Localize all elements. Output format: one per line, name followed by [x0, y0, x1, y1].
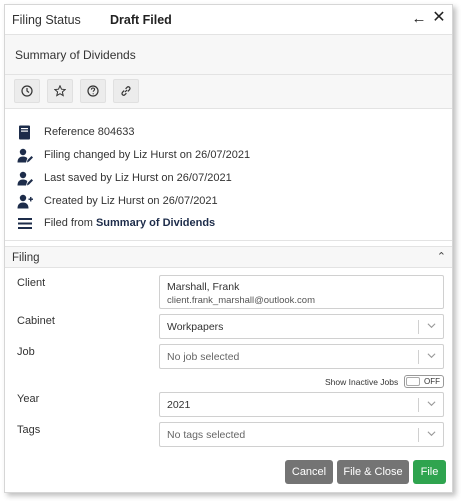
chevron-up-icon[interactable]: ⌃ [437, 250, 446, 263]
toggle-knob [406, 377, 420, 386]
toolbar [5, 75, 452, 109]
clock-icon [21, 85, 33, 97]
cabinet-select[interactable]: Workpapers [159, 314, 444, 339]
tags-select[interactable]: No tags selected [159, 422, 444, 447]
tags-label: Tags [17, 424, 41, 436]
history-button[interactable] [14, 79, 40, 103]
created-text: Created by Liz Hurst on 26/07/2021 [44, 195, 218, 207]
select-divider [418, 350, 419, 364]
back-arrow-icon[interactable]: ← [411, 10, 427, 28]
filing-changed-text: Filing changed by Liz Hurst on 26/07/202… [44, 149, 251, 161]
year-value: 2021 [167, 399, 191, 411]
chevron-down-icon[interactable] [427, 429, 436, 438]
reference-text: Reference 804633 [44, 126, 135, 138]
select-divider [418, 320, 419, 334]
help-icon [87, 85, 99, 97]
filing-section-header[interactable]: Filing ⌃ [5, 246, 452, 268]
filed-from-name: Summary of Dividends [95, 217, 216, 229]
dialog-header: Filing Status Draft Filed ← ✕ [5, 5, 452, 35]
select-divider [418, 428, 419, 442]
job-placeholder: No job selected [167, 351, 240, 363]
toggle-state: OFF [424, 377, 440, 386]
user-edit-icon [17, 147, 35, 163]
user-edit-icon [17, 170, 35, 186]
cabinet-value: Workpapers [167, 321, 224, 333]
file-button[interactable]: File [413, 460, 446, 484]
link-icon [121, 86, 131, 96]
filed-from-row: Filed from Summary of Dividends [17, 215, 215, 231]
help-button[interactable] [80, 79, 106, 103]
select-divider [418, 398, 419, 412]
chevron-down-icon[interactable] [427, 321, 436, 330]
created-row: Created by Liz Hurst on 26/07/2021 [17, 193, 218, 209]
star-icon [54, 85, 66, 97]
filing-status-label: Filing Status [12, 13, 81, 27]
client-field[interactable]: Marshall, Frank client.frank_marshall@ou… [159, 275, 444, 309]
year-label: Year [17, 393, 40, 405]
filing-changed-row: Filing changed by Liz Hurst on 26/07/202… [17, 147, 250, 163]
document-title: Summary of Dividends [15, 48, 136, 62]
book-icon [17, 124, 35, 140]
year-select[interactable]: 2021 [159, 392, 444, 417]
cancel-button[interactable]: Cancel [285, 460, 333, 484]
tags-placeholder: No tags selected [167, 429, 246, 441]
filed-from-prefix: Filed from [44, 217, 93, 229]
filing-status-value: Draft Filed [110, 13, 172, 27]
last-saved-text: Last saved by Liz Hurst on 26/07/2021 [44, 172, 232, 184]
client-name: Marshall, Frank [167, 281, 240, 293]
filing-dialog: Filing Status Draft Filed ← ✕ Summary of… [4, 4, 453, 493]
user-plus-icon [17, 193, 35, 209]
client-label: Client [17, 277, 46, 289]
chevron-down-icon[interactable] [427, 399, 436, 408]
file-and-close-button[interactable]: File & Close [337, 460, 409, 484]
filing-section-title: Filing [12, 252, 40, 264]
link-button[interactable] [113, 79, 139, 103]
filing-info-panel: Reference 804633 Filing changed by Liz H… [5, 113, 452, 241]
client-email: client.frank_marshall@outlook.com [167, 295, 315, 306]
job-label: Job [17, 346, 35, 358]
show-inactive-jobs-toggle[interactable]: OFF [404, 375, 444, 388]
close-icon[interactable]: ✕ [431, 9, 447, 27]
reference-row: Reference 804633 [17, 124, 135, 140]
document-title-bar: Summary of Dividends [5, 35, 452, 75]
last-saved-row: Last saved by Liz Hurst on 26/07/2021 [17, 170, 232, 186]
show-inactive-jobs-label: Show Inactive Jobs [325, 377, 399, 387]
chevron-down-icon[interactable] [427, 351, 436, 360]
favourite-button[interactable] [47, 79, 73, 103]
list-icon [17, 215, 35, 231]
job-select[interactable]: No job selected [159, 344, 444, 369]
cabinet-label: Cabinet [17, 315, 55, 327]
